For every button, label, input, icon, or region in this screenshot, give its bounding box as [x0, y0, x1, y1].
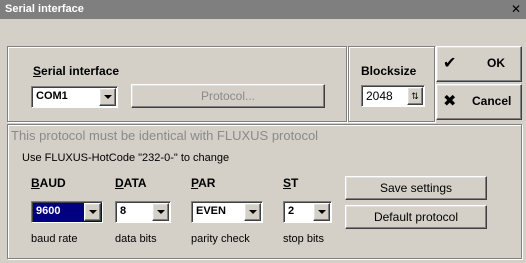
stop-caption: stop bits	[283, 233, 324, 245]
parity-value: EVEN	[196, 205, 226, 217]
window-title: Serial interface	[5, 3, 84, 15]
blocksize-group	[348, 46, 435, 122]
save-settings-button[interactable]: Save settings	[345, 176, 487, 200]
port-value: COM1	[36, 90, 68, 102]
baud-select[interactable]: 9600	[31, 201, 103, 223]
spinner-icon[interactable]: ⇅	[407, 87, 423, 105]
stop-value: 2	[288, 205, 295, 217]
cancel-button[interactable]: ✖ Cancel	[436, 84, 522, 120]
cancel-label: Cancel	[472, 94, 512, 108]
baud-caption: baud rate	[31, 233, 78, 245]
chevron-down-icon[interactable]	[84, 203, 101, 221]
ok-label: OK	[487, 56, 505, 70]
stop-heading: ST	[283, 176, 299, 190]
parity-select[interactable]: EVEN	[191, 201, 263, 223]
blocksize-label: Blocksize	[361, 64, 417, 78]
data-select[interactable]: 8	[115, 201, 171, 223]
blocksize-input[interactable]: 2048 ⇅	[361, 85, 425, 107]
chevron-down-icon[interactable]	[244, 203, 261, 221]
checkmark-icon: ✔	[443, 55, 457, 72]
data-heading: DATA	[115, 176, 147, 190]
port-select[interactable]: COM1	[31, 86, 118, 108]
protocol-hint: Use FLUXUS-HotCode "232-0-" to change	[22, 152, 230, 164]
protocol-button[interactable]: Protocol...	[131, 84, 325, 108]
default-protocol-button[interactable]: Default protocol	[345, 205, 487, 229]
ok-button[interactable]: ✔ OK	[436, 46, 522, 82]
close-icon[interactable]: ✕	[509, 2, 523, 16]
stop-select[interactable]: 2	[283, 201, 332, 223]
protocol-info-title: This protocol must be identical with FLU…	[11, 128, 319, 143]
parity-heading: PAR	[191, 176, 216, 190]
serial-interface-label: Serial interface	[33, 64, 120, 78]
chevron-down-icon[interactable]	[99, 88, 116, 106]
parity-caption: parity check	[191, 233, 250, 245]
title-bar: Serial interface ✕	[0, 0, 526, 19]
baud-heading: BAUD	[31, 176, 66, 190]
baud-value: 9600	[36, 205, 61, 217]
data-caption: data bits	[115, 233, 157, 245]
chevron-down-icon[interactable]	[152, 203, 169, 221]
blocksize-value: 2048	[366, 89, 393, 103]
chevron-down-icon[interactable]	[313, 203, 330, 221]
x-icon: ✖	[443, 93, 457, 110]
data-value: 8	[120, 205, 127, 217]
